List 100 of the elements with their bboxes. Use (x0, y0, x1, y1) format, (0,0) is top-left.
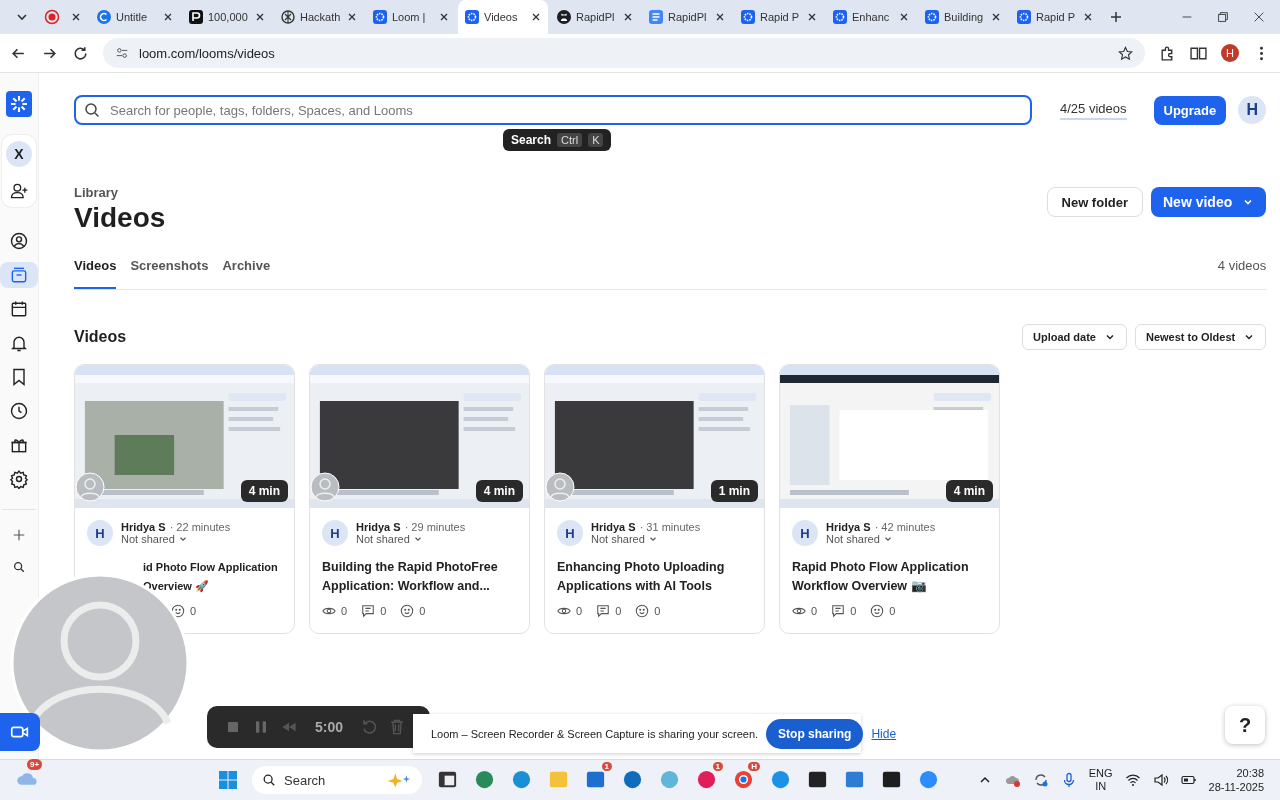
close-icon[interactable] (1082, 11, 1094, 23)
browser-tab[interactable]: RapidPl (642, 0, 732, 34)
speaker-icon[interactable] (1152, 772, 1169, 788)
add-user-icon[interactable] (9, 181, 29, 201)
wifi-icon[interactable] (1124, 772, 1141, 788)
taskbar-search-field[interactable]: Search (252, 766, 422, 794)
close-icon[interactable] (70, 11, 82, 23)
sharing-dropdown[interactable]: Not shared (591, 533, 701, 545)
start-icon[interactable] (218, 770, 238, 790)
browser-tab[interactable]: Hackath (274, 0, 364, 34)
video-quota-link[interactable]: 4/25 videos (1060, 100, 1127, 120)
app-logo-icon[interactable] (6, 91, 32, 117)
upgrade-button[interactable]: Upgrade (1153, 95, 1227, 125)
sync-icon[interactable] (1032, 772, 1049, 788)
browser-tab[interactable]: Videos (458, 0, 548, 34)
browser-tab[interactable]: Untitle (90, 0, 180, 34)
search-icon[interactable] (12, 560, 26, 574)
author-name: Hridya S (591, 521, 636, 533)
library-nav-item[interactable] (0, 262, 38, 288)
close-icon[interactable] (438, 11, 450, 23)
clock-time[interactable]: 20:38 (1236, 766, 1264, 780)
close-icon[interactable] (1252, 10, 1266, 24)
record-icon (44, 9, 60, 25)
search-field[interactable]: Search for people, tags, folders, Spaces, and Looms (74, 95, 1032, 125)
language-indicator[interactable]: IN (1095, 780, 1107, 793)
library-tab[interactable]: Archive (222, 258, 271, 289)
browser-tab[interactable]: Loom | (366, 0, 456, 34)
sort-dropdown[interactable]: Newest to Oldest (1135, 324, 1267, 350)
tab-title: Rapid P (1036, 11, 1076, 23)
close-icon[interactable] (806, 11, 818, 23)
loom-logo-icon (372, 9, 388, 25)
comment-icon (831, 604, 846, 618)
add-icon[interactable] (12, 528, 26, 542)
video-card[interactable]: 1 min H Hridya S · 31 minutes Not shared Enhancing Photo Uploading Applications with AI Tools 0 0 0 (544, 364, 765, 634)
clock-date[interactable]: 28-11-2025 (1208, 780, 1264, 794)
smiley-icon (870, 604, 885, 618)
workspace-avatar[interactable]: X (6, 141, 32, 167)
library-icon (9, 265, 29, 285)
new-folder-button[interactable]: New folder (1046, 187, 1143, 217)
url-text: loom.com/looms/videos (139, 45, 276, 61)
close-icon[interactable] (898, 11, 910, 23)
browser-tab[interactable]: 100,000 (182, 0, 272, 34)
tab-title: Untitle (116, 11, 148, 23)
close-icon[interactable] (162, 11, 174, 23)
close-icon[interactable] (990, 11, 1002, 23)
sort-dropdown[interactable]: Upload date (1022, 324, 1127, 350)
close-icon[interactable] (346, 11, 358, 23)
bookmark-star-icon[interactable] (1118, 45, 1133, 61)
camera-toggle-button[interactable] (0, 713, 40, 751)
hide-link[interactable]: Hide (871, 726, 897, 741)
stat-count: 0 (889, 605, 896, 617)
comment-icon (596, 604, 611, 618)
video-title[interactable]: Enhancing Photo Uploading Applications with AI Tools (557, 558, 752, 596)
site-settings-icon[interactable] (115, 46, 129, 60)
gear-icon (9, 469, 29, 489)
sparkle-icon (386, 772, 412, 788)
stat-count: 0 (811, 605, 818, 617)
video-title[interactable]: Rapid Photo Flow Application Workflow Overview 📷 (792, 558, 987, 596)
author-avatar: H (87, 520, 113, 546)
loom-logo-icon (464, 9, 480, 25)
loom-logo-icon (1016, 9, 1032, 25)
close-icon[interactable] (622, 11, 634, 23)
knot-logo-icon (280, 9, 296, 25)
reading-mode-icon[interactable] (1190, 44, 1207, 62)
video-title[interactable]: Building the Rapid PhotoFree Application: Workflow and... (322, 558, 517, 596)
browser-tab[interactable]: Enhanc (826, 0, 916, 34)
new-video-button[interactable]: New video (1151, 187, 1267, 217)
restore-icon[interactable] (1216, 10, 1230, 24)
stop-sharing-button[interactable]: Stop sharing (766, 718, 864, 749)
sharing-message: Loom – Screen Recorder & Screen Capture is sharing your screen. (431, 727, 759, 740)
help-button[interactable]: ? (1225, 706, 1265, 744)
sharing-dropdown[interactable]: Not shared (121, 533, 231, 545)
stat-count: 0 (380, 605, 387, 617)
stat-count: 0 (190, 605, 197, 617)
language-indicator[interactable]: ENG (1088, 767, 1113, 780)
close-icon[interactable] (254, 11, 266, 23)
browser-tab[interactable]: Rapid P (734, 0, 824, 34)
video-card[interactable]: 4 min H Hridya S · 29 minutes Not shared Building the Rapid PhotoFree Application: Workflow and... 0 0 0 (309, 364, 530, 634)
app-logo-icon (188, 9, 204, 25)
reload-icon[interactable] (72, 44, 89, 62)
breadcrumb[interactable]: Library (74, 185, 166, 200)
camera-bubble[interactable] (10, 573, 190, 753)
user-avatar[interactable]: H (1238, 96, 1267, 124)
stat-count: 0 (654, 605, 661, 617)
library-tab[interactable]: Screenshots (130, 258, 209, 289)
sharing-dropdown[interactable]: Not shared (826, 533, 936, 545)
new-tab-icon[interactable] (1108, 9, 1124, 25)
author-avatar: H (322, 520, 348, 546)
close-icon[interactable] (530, 11, 542, 23)
close-icon[interactable] (714, 11, 726, 23)
notification-badge: 9+ (27, 759, 43, 770)
address-field[interactable]: loom.com/looms/videos (103, 38, 1145, 68)
browser-tab[interactable]: Building (918, 0, 1008, 34)
sharing-dropdown[interactable]: Not shared (356, 533, 466, 545)
browser-tab[interactable]: Rapid P (1010, 0, 1100, 34)
browser-tab[interactable]: RapidPl (550, 0, 640, 34)
profile-avatar[interactable]: H (1221, 44, 1239, 62)
upload-time: · 31 minutes (639, 521, 701, 533)
library-tab[interactable]: Videos (74, 258, 117, 289)
video-card[interactable]: 4 min H Hridya S · 42 minutes Not shared Rapid Photo Flow Application Workflow Overview 📷 0 0 0 (779, 364, 1000, 634)
